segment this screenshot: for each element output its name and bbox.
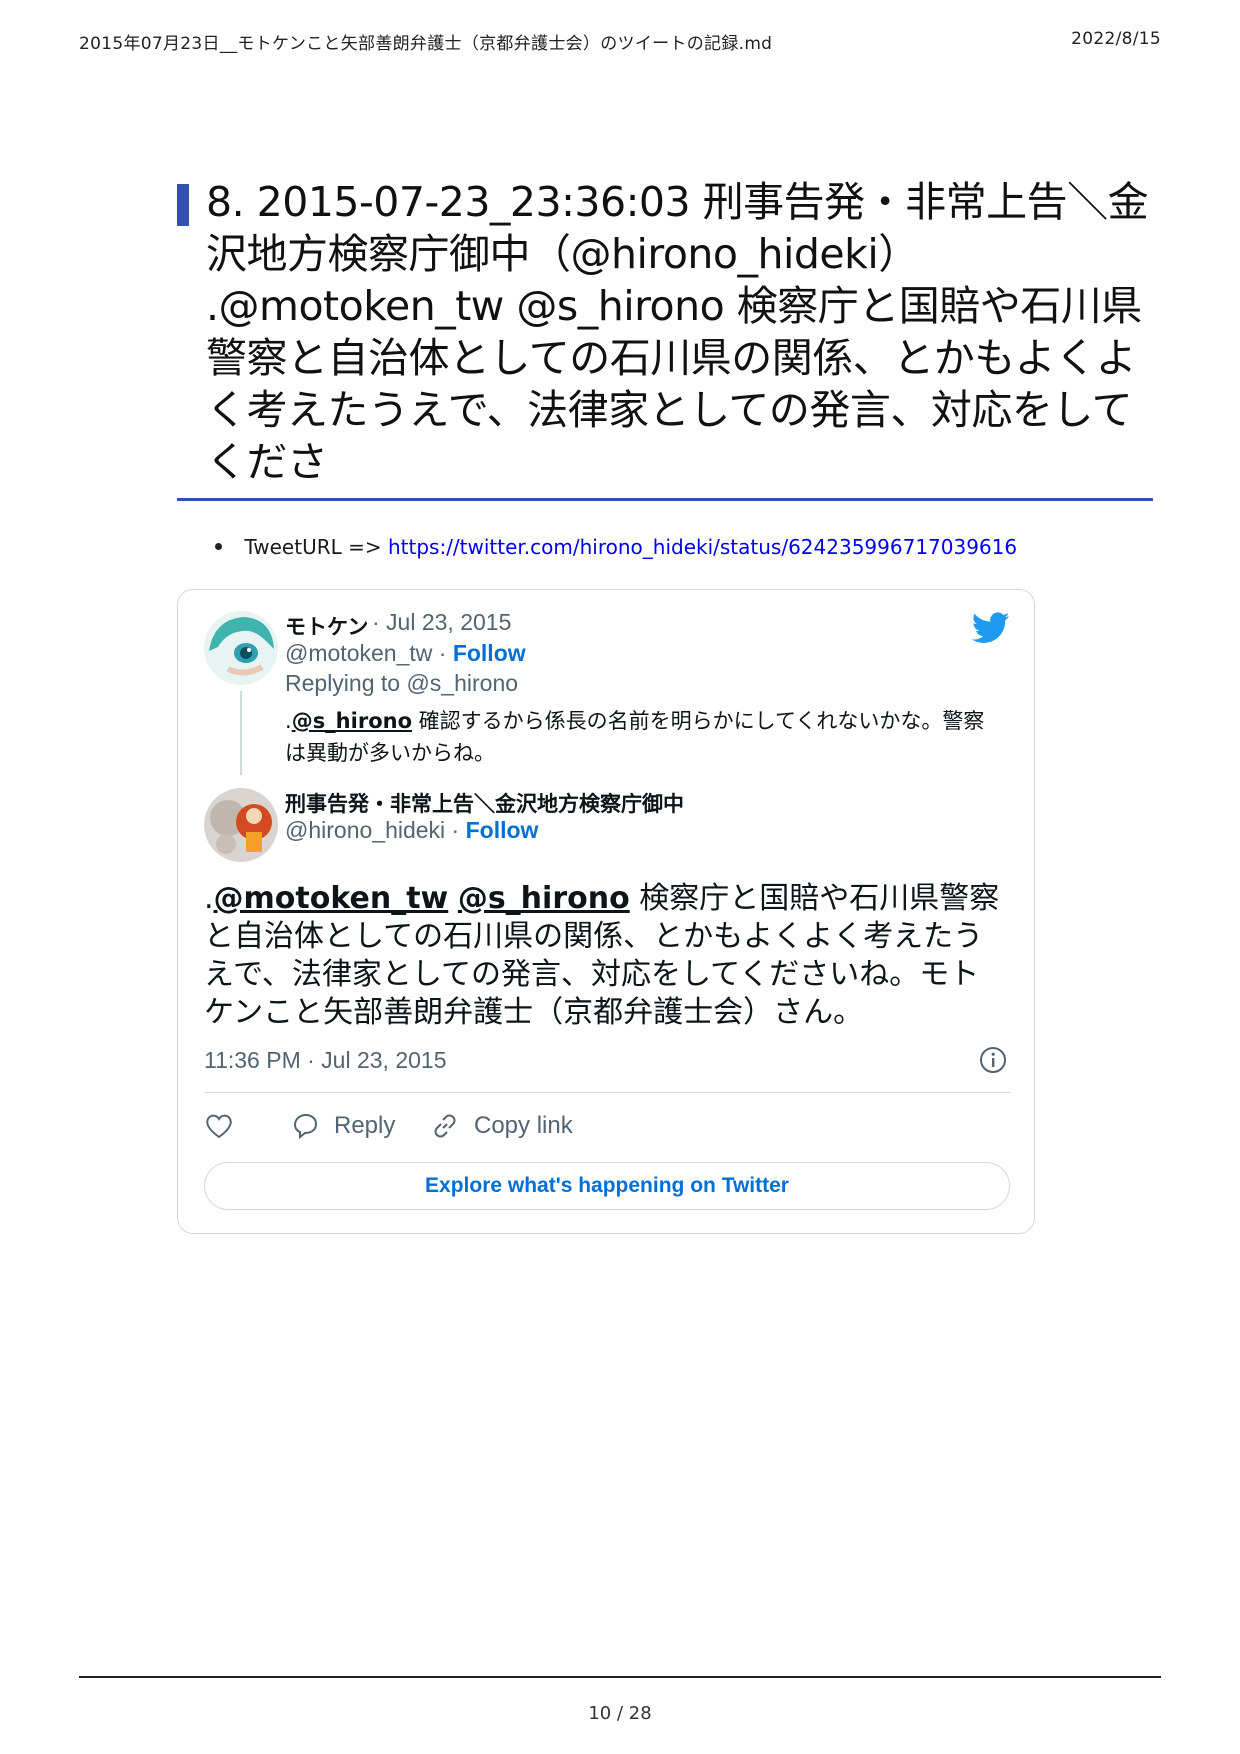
heart-icon	[206, 1114, 232, 1139]
heading-accent-bar	[177, 184, 189, 226]
thread-connector	[240, 691, 242, 775]
heading-text: 8. 2015-07-23_23:36:03 刑事告発・非常上告＼金沢地方検察庁…	[206, 178, 1149, 486]
document-title: 2015年07月23日__モトケンこと矢部善朗弁護士（京都弁護士会）のツイートの…	[79, 34, 773, 54]
parent-tweet-date[interactable]: · Jul 23, 2015	[372, 609, 511, 636]
mention-s-hirono[interactable]: @s_hirono	[458, 881, 630, 916]
mention-s-hirono[interactable]: @s_hirono	[292, 709, 412, 733]
main-handle-row: @hirono_hideki · Follow	[285, 817, 538, 844]
info-icon[interactable]	[978, 1045, 1008, 1075]
avatar-hirono-hideki[interactable]	[204, 788, 278, 862]
reply-label: Reply	[334, 1112, 396, 1139]
copy-link-button[interactable]: Copy link	[430, 1111, 573, 1141]
tweet-url-list-item: TweetURL => https://twitter.com/hirono_h…	[215, 535, 1017, 559]
parent-display-name[interactable]: モトケン	[285, 611, 368, 641]
section-heading: 8. 2015-07-23_23:36:03 刑事告発・非常上告＼金沢地方検察庁…	[177, 176, 1162, 488]
twitter-bird-icon[interactable]	[972, 612, 1010, 644]
main-handle[interactable]: @hirono_hideki	[285, 817, 445, 843]
text-prefix: .	[204, 881, 214, 916]
page-number: 10 / 28	[588, 1703, 652, 1724]
parent-handle-row: @motoken_tw · Follow	[285, 640, 526, 667]
follow-hirono-button[interactable]: Follow	[466, 817, 539, 843]
bullet-icon	[215, 543, 222, 550]
separator: ·	[445, 817, 466, 843]
card-divider	[204, 1092, 1010, 1093]
copy-link-label: Copy link	[474, 1112, 573, 1139]
parent-handle[interactable]: @motoken_tw	[285, 640, 432, 666]
separator: ·	[432, 640, 453, 666]
link-icon	[434, 1114, 456, 1138]
parent-tweet-text: .@s_hirono 確認するから係長の名前を明らかにしてくれないかな。警察は異…	[285, 705, 985, 769]
avatar-motoken[interactable]	[204, 611, 278, 685]
replying-to[interactable]: Replying to @s_hirono	[285, 670, 518, 697]
mention-motoken-tw[interactable]: @motoken_tw	[214, 881, 449, 916]
document-date: 2022/8/15	[1071, 29, 1161, 49]
like-button[interactable]	[204, 1111, 248, 1141]
main-display-name[interactable]: 刑事告発・非常上告＼金沢地方検察庁御中	[285, 788, 684, 818]
tweet-url-link[interactable]: https://twitter.com/hirono_hideki/status…	[388, 535, 1017, 559]
main-tweet-text: .@motoken_tw @s_hirono 検察庁と国賠や石川県警察と自治体と…	[204, 880, 1004, 1032]
embedded-tweet-card: モトケン · Jul 23, 2015 @motoken_tw · Follow…	[177, 589, 1035, 1234]
text-prefix: .	[285, 709, 292, 733]
reply-button[interactable]: Reply	[290, 1111, 395, 1141]
follow-motoken-button[interactable]: Follow	[453, 640, 526, 666]
tweet-url-label: TweetURL =>	[244, 535, 388, 559]
reply-bubble-icon	[293, 1113, 318, 1140]
tweet-timestamp[interactable]: 11:36 PM · Jul 23, 2015	[204, 1047, 447, 1074]
explore-twitter-button[interactable]: Explore what's happening on Twitter	[204, 1162, 1010, 1210]
heading-underline	[177, 498, 1153, 501]
footer-divider	[79, 1676, 1161, 1678]
